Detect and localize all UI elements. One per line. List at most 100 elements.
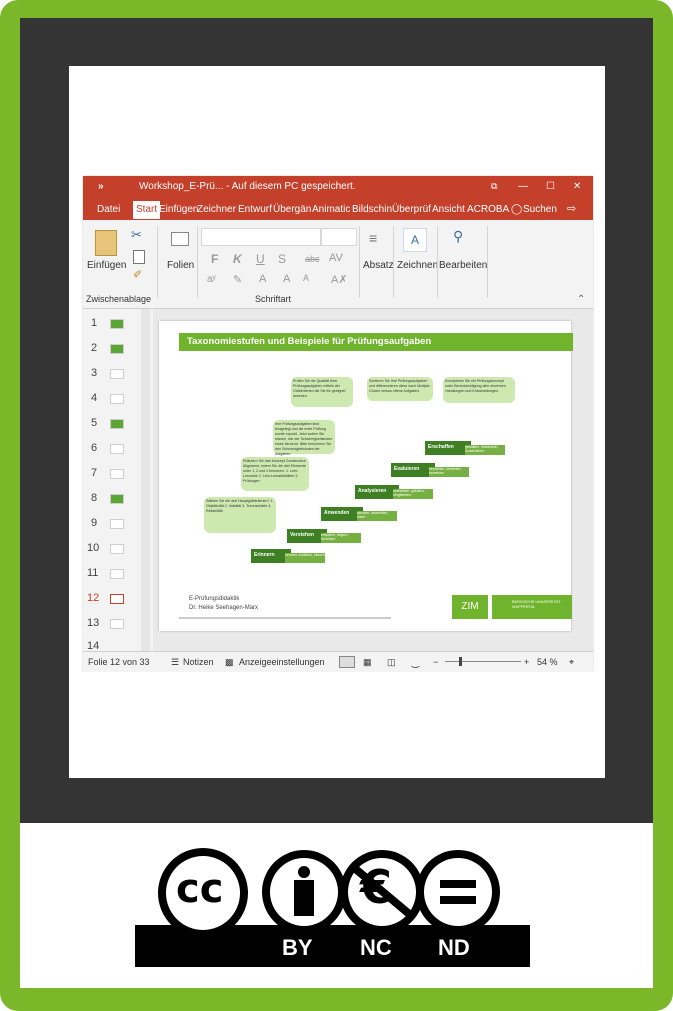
bold-button[interactable]: F — [211, 252, 218, 266]
slide-thumbnail[interactable] — [110, 319, 124, 329]
tab-uebergaenge[interactable]: Übergän — [273, 204, 311, 215]
shrink-font-icon[interactable]: A — [303, 273, 309, 283]
editing-label[interactable]: Bearbeiten — [439, 260, 487, 271]
slide-thumbnail[interactable] — [110, 344, 124, 354]
font-name-field[interactable] — [201, 228, 321, 246]
divider — [487, 226, 488, 298]
zoom-slider[interactable] — [445, 661, 521, 662]
display-settings-button[interactable]: Anzeigeeinstellungen — [239, 657, 325, 667]
slide-thumbnail[interactable] — [110, 419, 124, 429]
slide-thumbnail[interactable] — [110, 369, 124, 379]
font-size-field[interactable] — [321, 228, 357, 246]
tab-einfuegen[interactable]: Einfügen — [159, 204, 198, 215]
paste-label[interactable]: Einfügen — [87, 260, 126, 271]
grow-font-icon[interactable]: A — [283, 273, 290, 285]
current-slide[interactable]: Taxonomiestufen und Beispiele für Prüfun… — [159, 321, 573, 631]
strikethrough-button[interactable]: abc — [305, 254, 320, 264]
reading-view-icon[interactable]: ◫ — [387, 657, 396, 668]
powerpoint-window: » Workshop_E-Prü... - Auf diesem PC gesp… — [83, 176, 593, 672]
shadow-button[interactable]: S — [278, 252, 286, 266]
minimize-button[interactable]: — — [518, 181, 528, 192]
notes-icon[interactable]: ☰ — [171, 657, 179, 668]
tab-bildschirmpraesentation[interactable]: Bildschin — [352, 204, 392, 215]
slide-sorter-icon[interactable]: ▦ — [363, 657, 372, 668]
step-label: Anwenden — [324, 510, 350, 516]
close-button[interactable]: ✕ — [573, 181, 581, 192]
tab-ansicht[interactable]: Ansicht — [432, 204, 465, 215]
drawing-icon[interactable]: A — [403, 228, 427, 252]
underline-button[interactable]: U — [256, 252, 265, 266]
italic-button[interactable]: K — [233, 252, 242, 266]
font-color-icon[interactable]: A — [259, 273, 266, 285]
cc-text: cc — [176, 866, 224, 912]
display-settings-icon[interactable]: ▩ — [225, 657, 234, 668]
new-slide-icon[interactable] — [171, 232, 189, 246]
ribbon-display-icon[interactable]: ⧉ — [491, 181, 497, 192]
thumb-number[interactable]: 7 — [91, 467, 97, 479]
zoom-in-button[interactable]: + — [524, 657, 529, 667]
status-bar: Folie 12 von 33 ☰ Notizen ▩ Anzeigeeinst… — [83, 651, 593, 672]
step-subtext: unterteilen, gliedern, vergleichen — [393, 489, 433, 499]
slide-thumbnail[interactable] — [110, 519, 124, 529]
tab-animationen[interactable]: Animatic — [312, 204, 350, 215]
highlight-icon[interactable]: ✎ — [233, 273, 242, 286]
thumb-number[interactable]: 6 — [91, 442, 97, 454]
slides-label[interactable]: Folien — [167, 260, 194, 271]
tab-acrobat[interactable]: ACROBA — [467, 204, 509, 215]
slide-thumbnail[interactable] — [110, 444, 124, 454]
thumb-number[interactable]: 10 — [87, 542, 99, 554]
case-icon[interactable]: aʸ — [207, 274, 216, 285]
step-label: Verstehen — [290, 532, 314, 538]
notes-button[interactable]: Notizen — [183, 657, 214, 667]
thumbnail-scrollbar[interactable] — [141, 309, 150, 651]
drawing-label[interactable]: Zeichnen — [397, 260, 438, 271]
lightbulb-icon: ◯ — [511, 204, 523, 215]
zoom-out-button[interactable]: − — [433, 657, 438, 667]
slideshow-icon[interactable]: ⏝ — [411, 657, 420, 668]
copy-icon[interactable] — [133, 250, 145, 264]
paragraph-label[interactable]: Absatz — [363, 260, 394, 271]
search-icon[interactable]: ⚲ — [453, 228, 463, 245]
slide-thumbnail[interactable] — [110, 469, 124, 479]
quick-access-icon[interactable]: » — [98, 181, 104, 192]
slide-thumbnail-current[interactable] — [110, 594, 124, 604]
callout-bubble: Wählen Sie die drei Hauptgütekriterien? … — [204, 497, 276, 533]
nd-icon — [416, 850, 500, 934]
slide-thumbnail[interactable] — [110, 544, 124, 554]
scissors-icon[interactable]: ✂ — [131, 227, 142, 243]
slide-thumbnail[interactable] — [110, 619, 124, 629]
thumb-number[interactable]: 2 — [91, 342, 97, 354]
maximize-button[interactable]: ☐ — [546, 181, 555, 192]
paste-icon[interactable] — [95, 230, 117, 256]
thumb-number[interactable]: 4 — [91, 392, 97, 404]
thumb-number-current[interactable]: 12 — [87, 592, 99, 604]
thumb-number[interactable]: 5 — [91, 417, 97, 429]
slide-thumbnail[interactable] — [110, 569, 124, 579]
thumb-number[interactable]: 9 — [91, 517, 97, 529]
share-icon[interactable]: ⇨ — [567, 202, 576, 215]
clear-format-icon[interactable]: A✗ — [331, 273, 348, 286]
format-painter-icon[interactable]: ✐ — [133, 268, 142, 281]
char-spacing-button[interactable]: AV — [329, 252, 343, 264]
tab-datei[interactable]: Datei — [97, 204, 120, 215]
step-subtext: gestalten, entwickeln, konstruieren — [465, 445, 505, 455]
footer-line-2: Dr. Heike Seehagen-Marx — [189, 605, 259, 611]
slide-thumbnail[interactable] — [110, 394, 124, 404]
tab-start[interactable]: Start — [133, 201, 161, 219]
thumb-number[interactable]: 3 — [91, 367, 97, 379]
thumb-number[interactable]: 13 — [87, 617, 99, 629]
collapse-ribbon-icon[interactable]: ⌃ — [577, 294, 585, 305]
search-label[interactable]: Suchen — [523, 204, 557, 215]
thumb-number[interactable]: 1 — [91, 317, 97, 329]
thumb-number[interactable]: 8 — [91, 492, 97, 504]
paragraph-icon[interactable]: ≡ — [369, 230, 377, 246]
tab-zeichnen[interactable]: Zeichner — [197, 204, 236, 215]
fit-slide-icon[interactable]: ⌖ — [569, 657, 574, 668]
tab-entwurf[interactable]: Entwurf — [238, 204, 272, 215]
zoom-slider-thumb[interactable] — [459, 657, 462, 666]
zoom-level[interactable]: 54 % — [537, 657, 558, 667]
thumb-number[interactable]: 11 — [87, 567, 98, 579]
slide-thumbnail[interactable] — [110, 494, 124, 504]
tab-ueberpruefen[interactable]: Überprüf — [392, 204, 431, 215]
normal-view-icon[interactable] — [339, 656, 355, 668]
